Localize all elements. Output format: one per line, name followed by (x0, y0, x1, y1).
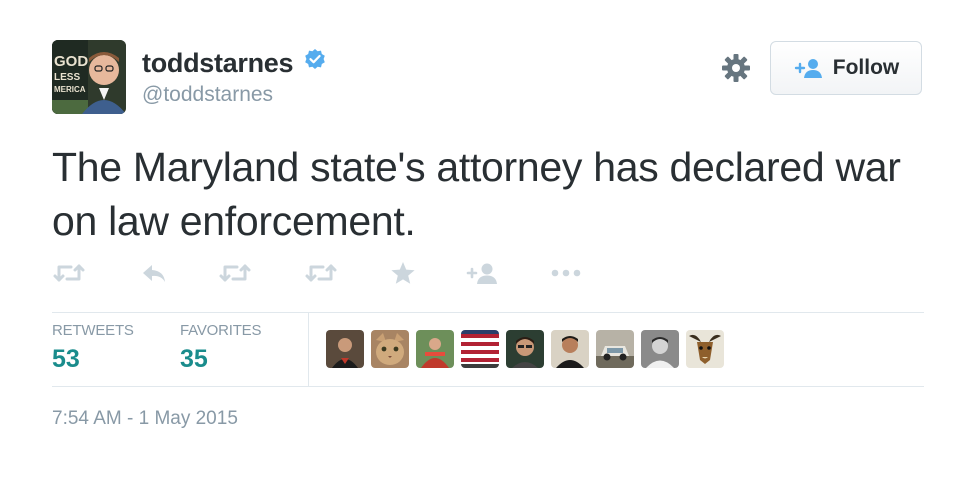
user-handle[interactable]: @toddstarnes (142, 83, 326, 107)
svg-text:GOD: GOD (54, 53, 88, 70)
retweets-label: RETWEETS (52, 322, 134, 339)
retweet-icon[interactable] (218, 258, 252, 288)
svg-text:LESS: LESS (54, 72, 80, 83)
stats-bottom-divider (52, 386, 924, 387)
tweet-timestamp[interactable]: 7:54 AM - 1 May 2015 (52, 408, 238, 430)
retweeter-avatar[interactable] (371, 330, 409, 368)
verified-badge-icon (304, 48, 326, 75)
retweet-icon[interactable] (52, 258, 86, 288)
favorites-count: 35 (180, 345, 208, 373)
favorite-star-icon[interactable] (390, 258, 416, 288)
stats-top-divider (52, 312, 924, 313)
user-names: toddstarnes @toddstarnes (142, 48, 326, 107)
tweet-card: GOD LESS MERICA toddstarnes @toddstarnes (0, 0, 980, 480)
favorites-stat[interactable]: FAVORITES 35 (180, 322, 261, 374)
retweeter-avatar[interactable] (506, 330, 544, 368)
svg-text:MERICA: MERICA (54, 85, 86, 94)
retweeter-avatar[interactable] (461, 330, 499, 368)
display-name[interactable]: toddstarnes (142, 48, 294, 79)
retweets-stat[interactable]: RETWEETS 53 (52, 322, 134, 374)
add-user-icon[interactable] (466, 258, 498, 288)
retweeter-avatar[interactable] (641, 330, 679, 368)
retweeter-avatar[interactable] (551, 330, 589, 368)
stats-vertical-divider (308, 312, 309, 386)
avatar[interactable]: GOD LESS MERICA (52, 40, 126, 114)
favorites-label: FAVORITES (180, 322, 262, 339)
retweets-count: 53 (52, 345, 80, 373)
retweeter-avatar[interactable] (416, 330, 454, 368)
tweet-text: The Maryland state's attorney has declar… (52, 144, 901, 244)
follow-label: Follow (832, 56, 900, 79)
retweet-icon[interactable] (304, 258, 338, 288)
add-user-icon (793, 57, 823, 79)
follow-button[interactable]: Follow (770, 41, 922, 95)
retweeter-avatar[interactable] (326, 330, 364, 368)
retweeter-avatar[interactable] (596, 330, 634, 368)
reply-icon[interactable] (140, 258, 168, 288)
retweeter-avatars (326, 330, 731, 368)
more-dots-icon[interactable] (550, 258, 582, 288)
gear-icon[interactable] (720, 52, 752, 84)
retweeter-avatar[interactable] (686, 330, 724, 368)
